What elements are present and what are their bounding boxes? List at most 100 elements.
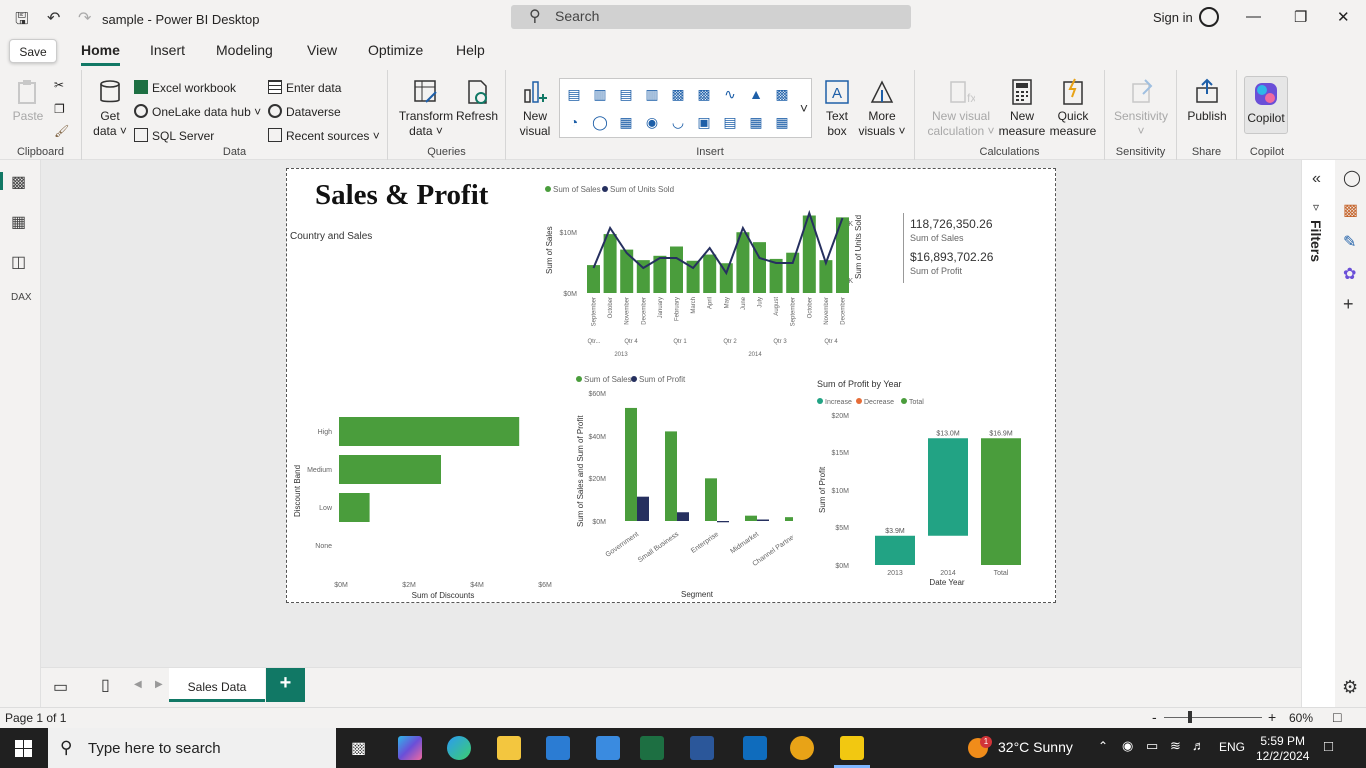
cut-icon[interactable]: ✂ bbox=[54, 78, 64, 92]
more-visuals-button[interactable]: More visuals ˅ bbox=[856, 78, 908, 139]
line-chart-icon[interactable]: ∿ bbox=[722, 86, 738, 102]
table-visual-icon[interactable]: ▦ bbox=[748, 114, 764, 130]
language-indicator[interactable]: ENG bbox=[1219, 740, 1245, 754]
search-box[interactable]: ⚲ Search bbox=[511, 5, 911, 29]
sensitivity-button[interactable]: Sensitivity ˅ bbox=[1111, 78, 1171, 139]
camera-icon[interactable]: ◉ bbox=[1122, 738, 1133, 754]
add-page-button[interactable]: + bbox=[266, 668, 305, 702]
pie-chart-icon[interactable]: ◔ bbox=[566, 114, 582, 130]
stacked-bar-icon[interactable]: ▤ bbox=[566, 86, 582, 102]
wifi-icon[interactable]: ≋ bbox=[1170, 738, 1181, 754]
clustered-bar-icon[interactable]: ▤ bbox=[618, 86, 634, 102]
new-visual-calculation-button[interactable]: fx New visual calculation ˅ bbox=[923, 78, 999, 139]
kpi-icon[interactable]: ▤ bbox=[722, 114, 738, 130]
copilot-button[interactable]: Copilot bbox=[1244, 76, 1288, 134]
gauge-icon[interactable]: ◡ bbox=[670, 114, 686, 130]
profit-waterfall-chart[interactable]: Sum of Profit by Year Increase Decrease … bbox=[813, 373, 1043, 591]
dax-query-icon[interactable]: DAX bbox=[11, 292, 32, 303]
visuals-gallery[interactable]: ▤ ▥ ▤ ▥ ▩ ▩ ∿ ▲ ▩ ◔ ◯ ▦ ◉ ◡ ▣ ▤ ▦ ▦ ˅ bbox=[559, 78, 812, 138]
avatar-icon[interactable] bbox=[1199, 7, 1219, 27]
battery-icon[interactable]: ▭ bbox=[1146, 738, 1158, 754]
windows-start-icon[interactable] bbox=[15, 740, 32, 757]
desktop-layout-icon[interactable]: ▭ bbox=[53, 677, 68, 697]
publish-button[interactable]: Publish bbox=[1185, 78, 1229, 124]
word-icon[interactable] bbox=[690, 736, 714, 760]
sql-server-button[interactable]: SQL Server bbox=[134, 128, 214, 143]
taskbar-search[interactable]: ⚲ Type here to search bbox=[48, 728, 336, 768]
close-icon[interactable]: ✕ bbox=[1337, 8, 1350, 26]
sales-units-combo-chart[interactable]: Sum of Sales Sum of Units Sold Sum of Sa… bbox=[543, 179, 863, 359]
redo-icon[interactable]: ↷ bbox=[78, 8, 91, 28]
visualizations-pane-icon[interactable]: ▩ bbox=[1343, 200, 1358, 220]
tab-view[interactable]: View bbox=[307, 42, 337, 58]
mobile-layout-icon[interactable]: ▯ bbox=[101, 675, 110, 695]
matrix-icon[interactable]: ▦ bbox=[774, 114, 790, 130]
weather-widget[interactable]: 32°C Sunny bbox=[998, 739, 1073, 755]
dataverse-button[interactable]: Dataverse bbox=[268, 104, 341, 119]
sign-in-link[interactable]: Sign in bbox=[1153, 10, 1193, 25]
tab-home[interactable]: Home bbox=[81, 42, 120, 66]
new-measure-button[interactable]: New measure bbox=[997, 78, 1047, 139]
volume-icon[interactable]: ♬ bbox=[1192, 738, 1205, 753]
new-visual-button[interactable]: New visual bbox=[516, 78, 554, 139]
mail-icon[interactable] bbox=[596, 736, 620, 760]
settings-gear-icon[interactable]: ⚙ bbox=[1342, 677, 1358, 698]
scroll-left-icon[interactable]: ◀ bbox=[134, 679, 142, 690]
maximize-icon[interactable]: ❐ bbox=[1294, 8, 1307, 26]
treemap-icon[interactable]: ▦ bbox=[618, 114, 634, 130]
tab-insert[interactable]: Insert bbox=[150, 42, 185, 58]
outlook-icon[interactable] bbox=[743, 736, 767, 760]
transform-data-button[interactable]: Transform data ˅ bbox=[396, 78, 456, 139]
excel-workbook-button[interactable]: Excel workbook bbox=[134, 80, 236, 95]
tab-optimize[interactable]: Optimize bbox=[368, 42, 423, 58]
format-painter-icon[interactable]: 🖌 bbox=[54, 124, 69, 138]
get-data-button[interactable]: Get data ˅ bbox=[90, 78, 130, 139]
collapse-pane-icon[interactable]: « bbox=[1312, 170, 1321, 188]
area-chart-icon[interactable]: ▲ bbox=[748, 86, 764, 102]
undo-icon[interactable]: ↶ bbox=[47, 8, 60, 28]
zoom-slider-thumb[interactable] bbox=[1188, 711, 1192, 723]
table-view-icon[interactable]: ▦ bbox=[11, 212, 26, 232]
100-stacked-icon[interactable]: ▩ bbox=[670, 86, 686, 102]
ribbon-chart-icon[interactable]: ▩ bbox=[696, 86, 712, 102]
minimize-icon[interactable]: — bbox=[1246, 8, 1261, 25]
filters-label[interactable]: Filters bbox=[1308, 220, 1324, 262]
onelake-button[interactable]: OneLake data hub ˅ bbox=[134, 104, 261, 119]
discount-band-bar-chart[interactable]: Discount Band HighMediumLowNone $0M $2M … bbox=[289, 405, 557, 601]
fit-to-page-icon[interactable]: □ bbox=[1333, 709, 1341, 725]
report-view-icon[interactable]: ▩ bbox=[11, 172, 26, 192]
donut-chart-icon[interactable]: ◯ bbox=[592, 114, 608, 130]
copilot-pane-icon[interactable]: ✿ bbox=[1343, 264, 1356, 284]
add-pane-icon[interactable]: + bbox=[1343, 294, 1354, 315]
zoom-out-icon[interactable]: - bbox=[1152, 709, 1157, 725]
clustered-column-icon[interactable]: ▥ bbox=[644, 86, 660, 102]
app-badge-icon[interactable] bbox=[790, 736, 814, 760]
task-view-icon[interactable]: ▩ bbox=[351, 738, 366, 758]
model-view-icon[interactable]: ◫ bbox=[11, 252, 26, 272]
save-icon[interactable]: 🖫 bbox=[15, 8, 29, 35]
quick-measure-button[interactable]: Quick measure bbox=[1047, 78, 1099, 139]
card-icon[interactable]: ▣ bbox=[696, 114, 712, 130]
copy-icon[interactable]: ❐ bbox=[54, 102, 65, 116]
power-bi-taskbar-icon[interactable] bbox=[840, 736, 864, 760]
clock[interactable]: 5:59 PM 12/2/2024 bbox=[1256, 734, 1309, 764]
store-icon[interactable] bbox=[546, 736, 570, 760]
excel-taskbar-icon[interactable] bbox=[640, 736, 664, 760]
notifications-icon[interactable]: □ bbox=[1324, 738, 1333, 755]
zoom-in-icon[interactable]: + bbox=[1268, 709, 1276, 725]
tab-help[interactable]: Help bbox=[456, 42, 485, 58]
segment-sales-profit-chart[interactable]: Sum of Sales Sum of Profit Sum of Sales … bbox=[573, 369, 793, 601]
tab-modeling[interactable]: Modeling bbox=[216, 42, 273, 58]
format-pane-icon[interactable]: ✎ bbox=[1343, 232, 1356, 252]
enter-data-button[interactable]: Enter data bbox=[268, 80, 341, 95]
copilot-taskbar-icon[interactable] bbox=[398, 736, 422, 760]
text-box-button[interactable]: A Text box bbox=[814, 78, 860, 139]
recent-sources-button[interactable]: Recent sources ˅ bbox=[268, 128, 380, 143]
data-pane-icon[interactable]: ◯ bbox=[1343, 168, 1361, 188]
scroll-right-icon[interactable]: ▶ bbox=[155, 679, 163, 690]
line-column-icon[interactable]: ▩ bbox=[774, 86, 790, 102]
refresh-button[interactable]: Refresh bbox=[456, 78, 498, 124]
edge-icon[interactable] bbox=[447, 736, 471, 760]
page-tab-sales-data[interactable]: Sales Data bbox=[169, 668, 265, 702]
zoom-slider-track[interactable] bbox=[1164, 717, 1262, 718]
